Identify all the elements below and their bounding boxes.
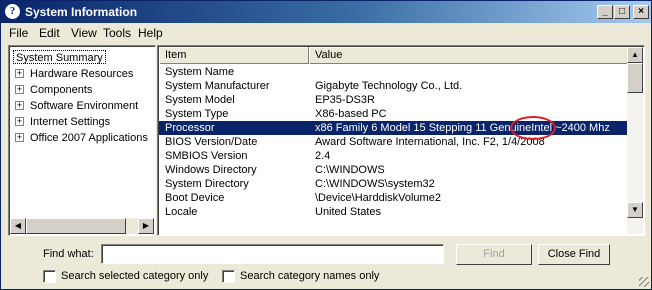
- column-header-value[interactable]: Value: [309, 47, 628, 64]
- menu-view[interactable]: View: [71, 26, 97, 40]
- row-value-cell: C:\WINDOWS\system32: [315, 178, 435, 190]
- menu-file[interactable]: File: [9, 26, 28, 40]
- tree-item-system-summary[interactable]: System Summary: [13, 50, 106, 64]
- row-value-cell: \Device\HarddiskVolume2: [315, 192, 441, 204]
- scroll-thumb[interactable]: [26, 218, 126, 234]
- menu-tools[interactable]: Tools: [103, 26, 131, 40]
- row-value-cell: EP35-DS3R: [315, 94, 375, 106]
- row-value-cell: Gigabyte Technology Co., Ltd.: [315, 80, 463, 92]
- list-row[interactable]: System Name: [159, 65, 628, 79]
- scroll-up-icon[interactable]: ▲: [627, 47, 643, 63]
- search-category-names-label: Search category names only: [240, 270, 380, 282]
- row-item-cell: Locale: [165, 206, 198, 218]
- list-row[interactable]: Windows Directory C:\WINDOWS: [159, 163, 628, 177]
- scroll-left-icon[interactable]: ◀: [10, 218, 26, 234]
- list-row[interactable]: Locale United States: [159, 205, 628, 219]
- tree-item-label: Software Environment: [30, 100, 139, 112]
- row-item-cell: System Model: [165, 94, 235, 106]
- row-value-cell: 2.4: [315, 150, 331, 162]
- menu-help[interactable]: Help: [138, 26, 163, 40]
- list-row[interactable]: Boot Device \Device\HarddiskVolume2: [159, 191, 628, 205]
- menu-bar: File Edit View Tools Help: [1, 23, 651, 43]
- row-value-cell: United States: [315, 206, 382, 218]
- search-selected-category-label: Search selected category only: [61, 270, 209, 282]
- maximize-button[interactable]: □: [614, 5, 630, 19]
- tree-item-label: Hardware Resources: [30, 68, 134, 80]
- row-item-cell: Boot Device: [165, 192, 225, 204]
- list-row[interactable]: System Directory C:\WINDOWS\system32: [159, 177, 628, 191]
- row-item-cell: SMBIOS Version: [165, 150, 248, 162]
- row-item-cell: System Name: [165, 66, 235, 78]
- tree-item-label: Office 2007 Applications: [30, 132, 148, 144]
- red-annotation-circle: [510, 116, 556, 140]
- find-button[interactable]: Find: [456, 244, 532, 265]
- list-row[interactable]: Processor x86 Family 6 Model 15 Stepping …: [159, 121, 628, 135]
- system-information-window: ? System Information _ □ × File Edit Vie…: [0, 0, 652, 290]
- expand-plus-icon[interactable]: +: [15, 133, 24, 142]
- minimize-button[interactable]: _: [597, 5, 613, 19]
- window-title: System Information: [25, 5, 138, 19]
- list-header: Item Value: [159, 47, 628, 64]
- details-list[interactable]: Item Value System Name System Manufacture…: [157, 45, 645, 236]
- resize-grip-icon[interactable]: [639, 277, 649, 287]
- row-value-cell: X86-based PC: [315, 108, 387, 120]
- expand-plus-icon[interactable]: +: [15, 117, 24, 126]
- find-what-input[interactable]: [101, 244, 444, 264]
- row-item-cell: Processor: [165, 122, 215, 134]
- title-bar[interactable]: ? System Information _ □ ×: [1, 1, 651, 23]
- column-header-item[interactable]: Item: [159, 47, 309, 64]
- close-find-button[interactable]: Close Find: [538, 244, 610, 265]
- expand-plus-icon[interactable]: +: [15, 85, 24, 94]
- find-what-label: Find what:: [43, 248, 94, 260]
- list-row[interactable]: System Manufacturer Gigabyte Technology C…: [159, 79, 628, 93]
- tree-item-label: Components: [30, 84, 93, 96]
- close-button[interactable]: ×: [633, 5, 649, 19]
- scroll-down-icon[interactable]: ▼: [627, 202, 643, 218]
- scroll-thumb[interactable]: [627, 63, 643, 93]
- expand-plus-icon[interactable]: +: [15, 101, 24, 110]
- list-row[interactable]: System Model EP35-DS3R: [159, 93, 628, 107]
- list-vertical-scrollbar[interactable]: ▲ ▼: [627, 47, 643, 234]
- list-row[interactable]: BIOS Version/Date Award Software Internat…: [159, 135, 628, 149]
- row-value-cell: x86 Family 6 Model 15 Stepping 11 Genuin…: [315, 122, 610, 134]
- scroll-right-icon[interactable]: ▶: [138, 218, 154, 234]
- row-item-cell: System Manufacturer: [165, 80, 270, 92]
- row-item-cell: System Type: [165, 108, 229, 120]
- list-row[interactable]: System Type X86-based PC: [159, 107, 628, 121]
- search-selected-category-checkbox[interactable]: [43, 270, 56, 283]
- help-question-icon: ?: [5, 4, 20, 19]
- search-category-names-checkbox[interactable]: [222, 270, 235, 283]
- list-row[interactable]: SMBIOS Version 2.4: [159, 149, 628, 163]
- row-value-cell: Award Software International, Inc. F2, 1…: [315, 136, 545, 148]
- menu-edit[interactable]: Edit: [39, 26, 60, 40]
- tree-item-label: Internet Settings: [30, 116, 111, 128]
- expand-plus-icon[interactable]: +: [15, 69, 24, 78]
- category-tree[interactable]: System Summary + Hardware Resources + Co…: [8, 45, 156, 236]
- row-item-cell: BIOS Version/Date: [165, 136, 258, 148]
- tree-horizontal-scrollbar[interactable]: ◀ ▶: [10, 218, 154, 234]
- row-item-cell: System Directory: [165, 178, 249, 190]
- row-value-cell: C:\WINDOWS: [315, 164, 385, 176]
- row-item-cell: Windows Directory: [165, 164, 257, 176]
